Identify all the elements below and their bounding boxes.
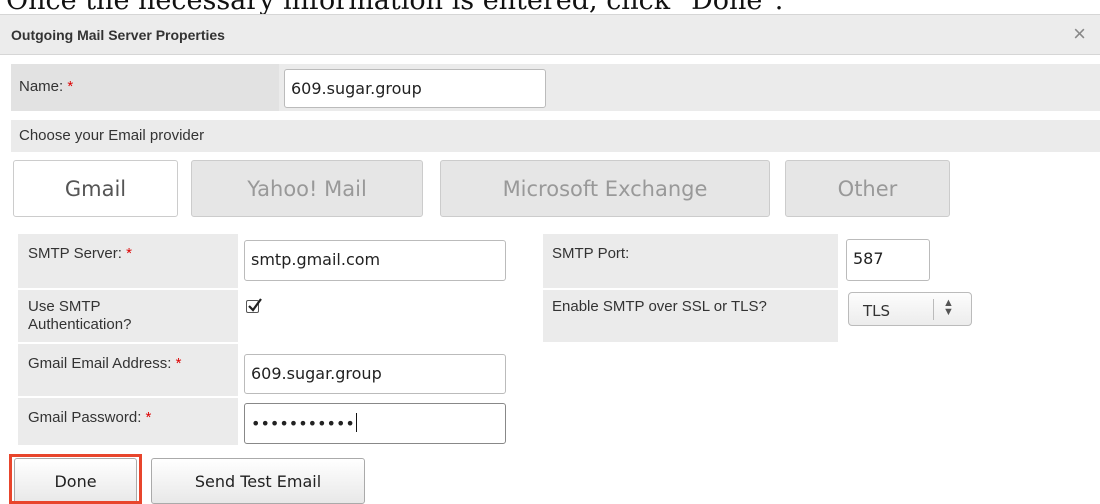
smtp-server-label: SMTP Server: * [28,245,132,262]
smtp-auth-label: Use SMTP Authentication? [28,298,131,334]
smtp-server-input[interactable]: smtp.gmail.com [244,240,506,281]
done-button-highlight [9,454,142,504]
updown-arrows-icon: ▲ ▼ [943,297,954,318]
gmail-password-value: ••••••••••• [251,414,355,433]
ssl-select[interactable]: TLS ▲ ▼ [848,292,972,326]
select-divider [933,299,934,320]
required-marker: * [175,355,182,372]
instruction-caption-clip: Once the necessary information is entere… [0,0,1100,14]
required-marker: * [67,78,74,95]
smtp-port-label: SMTP Port: [552,245,630,262]
dialog-title: Outgoing Mail Server Properties [11,27,225,43]
gmail-email-label-text: Gmail Email Address: [28,355,172,372]
gmail-email-label: Gmail Email Address: * [28,355,181,372]
required-marker: * [126,245,132,262]
provider-exchange-button[interactable]: Microsoft Exchange [440,160,770,217]
provider-heading: Choose your Email provider [19,127,205,144]
smtp-port-value: 587 [853,249,884,268]
smtp-server-label-text: SMTP Server: [28,245,122,262]
ssl-select-value: TLS [863,302,891,320]
name-label: Name: * [19,78,73,95]
name-label-text: Name: [19,78,64,95]
checkmark-icon [248,298,262,312]
close-icon[interactable]: × [1073,21,1086,47]
required-marker: * [145,409,152,426]
smtp-auth-checkbox[interactable] [246,298,262,313]
provider-yahoo-button[interactable]: Yahoo! Mail [191,160,423,217]
smtp-server-value: smtp.gmail.com [251,250,381,269]
provider-gmail-button[interactable]: Gmail [13,160,178,217]
gmail-email-input[interactable]: 609.sugar.group [244,354,506,394]
smtp-port-input[interactable]: 587 [846,239,930,281]
instruction-caption: Once the necessary information is entere… [6,0,1100,14]
provider-other-button[interactable]: Other [785,160,950,217]
smtp-auth-label-line1: Use SMTP [28,298,101,315]
text-caret [355,413,357,432]
name-input-value: 609.sugar.group [291,79,422,98]
gmail-email-value: 609.sugar.group [251,364,382,383]
ssl-label: Enable SMTP over SSL or TLS? [552,298,767,315]
gmail-password-label-text: Gmail Password: [28,409,142,426]
gmail-password-input[interactable]: ••••••••••• [244,403,506,444]
smtp-auth-label-line2: Authentication? [28,316,132,333]
gmail-password-label: Gmail Password: * [28,409,151,426]
name-input[interactable]: 609.sugar.group [284,69,546,108]
dialog-header: Outgoing Mail Server Properties × [0,14,1100,55]
send-test-email-button[interactable]: Send Test Email [151,458,365,504]
